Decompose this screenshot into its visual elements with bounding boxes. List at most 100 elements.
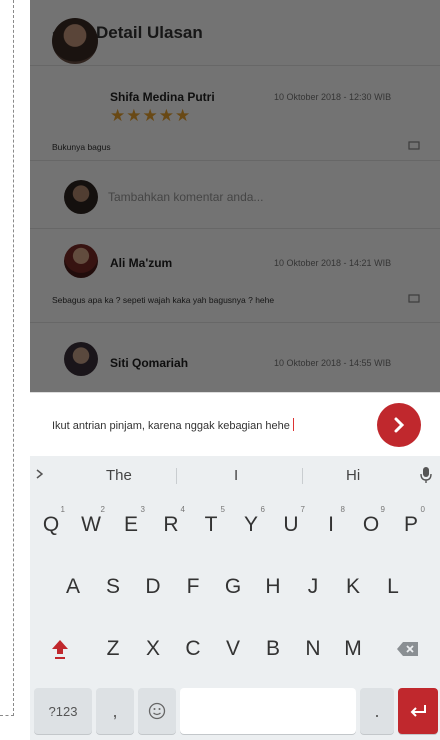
- key-hint: 0: [420, 505, 425, 514]
- key-e[interactable]: E3: [112, 502, 150, 548]
- key-label: P: [403, 513, 418, 536]
- key-label: Z: [106, 637, 120, 660]
- key-h[interactable]: H: [254, 564, 292, 610]
- key-r[interactable]: R4: [152, 502, 190, 548]
- key-hint: 8: [340, 505, 345, 514]
- emoji-key[interactable]: [138, 688, 176, 734]
- microphone-icon[interactable]: [420, 466, 432, 489]
- key-q[interactable]: Q1: [32, 502, 70, 548]
- key-w[interactable]: W2: [72, 502, 110, 548]
- key-label: O: [362, 513, 380, 536]
- send-button[interactable]: [377, 403, 421, 447]
- key-label: H: [265, 575, 281, 598]
- key-label: M: [344, 637, 362, 660]
- key-label: L: [387, 575, 399, 598]
- key-hint: 1: [60, 505, 65, 514]
- reviewer-name: Siti Qomariah: [110, 356, 189, 370]
- key-o[interactable]: O9: [352, 502, 390, 548]
- key-v[interactable]: V: [214, 626, 252, 672]
- avatar: [52, 18, 98, 64]
- divider: [30, 160, 440, 161]
- suggestion[interactable]: The: [106, 467, 132, 484]
- key-hint: 6: [260, 505, 265, 514]
- key-u[interactable]: U7: [272, 502, 310, 548]
- key-hint: 4: [180, 505, 185, 514]
- key-label: S: [105, 575, 120, 598]
- avatar: [64, 244, 98, 278]
- key-m[interactable]: M: [334, 626, 372, 672]
- key-k[interactable]: K: [334, 564, 372, 610]
- key-hint: 3: [140, 505, 145, 514]
- enter-icon: [410, 705, 426, 717]
- key-d[interactable]: D: [134, 564, 172, 610]
- key-label: Y: [243, 513, 258, 536]
- divider: [30, 228, 440, 229]
- compose-bar: Ikut antrian pinjam, karena nggak kebagi…: [30, 392, 440, 456]
- key-label: X: [145, 637, 160, 660]
- key-x[interactable]: X: [134, 626, 172, 672]
- compose-input[interactable]: Ikut antrian pinjam, karena nggak kebagi…: [52, 418, 294, 432]
- key-label: D: [145, 575, 161, 598]
- review-detail-page: Detail Ulasan Shifa Medina Putri 10 Okto…: [30, 0, 440, 392]
- key-label: A: [65, 575, 80, 598]
- rating-stars: ★★★★★: [110, 106, 192, 125]
- backspace-key[interactable]: [384, 626, 432, 672]
- comment-icon[interactable]: [408, 141, 420, 154]
- key-label: V: [225, 637, 240, 660]
- space-key[interactable]: [180, 688, 356, 734]
- key-label: .: [374, 700, 380, 721]
- key-l[interactable]: L: [374, 564, 412, 610]
- key-label: E: [123, 513, 138, 536]
- shift-key[interactable]: [36, 626, 84, 672]
- soft-keyboard: The I Hi Q1 W2 E3 R4 T5 Y6 U7 I8 O9 P0 A…: [30, 456, 440, 740]
- comma-key[interactable]: ,: [96, 688, 134, 734]
- enter-key[interactable]: [398, 688, 438, 734]
- phone-screen: Detail Ulasan Shifa Medina Putri 10 Okto…: [30, 0, 440, 740]
- key-j[interactable]: J: [294, 564, 332, 610]
- review-text: Sebagus apa ka ? sepeti wajah kaka yah b…: [52, 295, 275, 305]
- key-label: J: [307, 575, 319, 598]
- key-n[interactable]: N: [294, 626, 332, 672]
- key-label: I: [328, 513, 334, 536]
- key-hint: 5: [220, 505, 225, 514]
- key-p[interactable]: P0: [392, 502, 430, 548]
- shift-arrow-icon: [52, 640, 68, 659]
- key-s[interactable]: S: [94, 564, 132, 610]
- key-i[interactable]: I8: [312, 502, 350, 548]
- page-title: Detail Ulasan: [96, 22, 203, 42]
- key-label: B: [265, 637, 280, 660]
- key-b[interactable]: B: [254, 626, 292, 672]
- comment-icon[interactable]: [408, 294, 420, 307]
- key-c[interactable]: C: [174, 626, 212, 672]
- key-label: K: [345, 575, 360, 598]
- key-label: W: [81, 513, 101, 536]
- key-label: ,: [112, 700, 118, 721]
- suggestion-strip: The I Hi: [30, 456, 440, 496]
- suggestion[interactable]: I: [234, 467, 238, 484]
- key-a[interactable]: A: [54, 564, 92, 610]
- key-hint: 7: [300, 505, 305, 514]
- key-label: U: [283, 513, 299, 536]
- symbols-key[interactable]: ?123: [34, 688, 92, 734]
- expand-suggestions-icon[interactable]: [36, 468, 44, 482]
- suggestion[interactable]: Hi: [346, 467, 360, 484]
- divider: [30, 322, 440, 323]
- key-t[interactable]: T5: [192, 502, 230, 548]
- review-text: Bukunya bagus: [52, 142, 111, 152]
- key-label: T: [204, 513, 218, 536]
- comment-input-row[interactable]: Tambahkan komentar anda...: [30, 166, 440, 226]
- review-date: 10 Oktober 2018 - 14:21 WIB: [274, 258, 392, 268]
- key-label: R: [163, 513, 179, 536]
- key-z[interactable]: Z: [94, 626, 132, 672]
- key-g[interactable]: G: [214, 564, 252, 610]
- compose-value: Ikut antrian pinjam, karena nggak kebagi…: [52, 420, 290, 432]
- reviewer-name: Ali Ma'zum: [110, 256, 173, 270]
- key-y[interactable]: Y6: [232, 502, 270, 548]
- backspace-icon: [397, 642, 418, 656]
- annotation-frame: [0, 0, 14, 716]
- comment-placeholder[interactable]: Tambahkan komentar anda...: [108, 190, 263, 204]
- key-f[interactable]: F: [174, 564, 212, 610]
- period-key[interactable]: .: [360, 688, 394, 734]
- review-date: 10 Oktober 2018 - 14:55 WIB: [274, 358, 392, 368]
- chevron-right-icon: [394, 417, 405, 433]
